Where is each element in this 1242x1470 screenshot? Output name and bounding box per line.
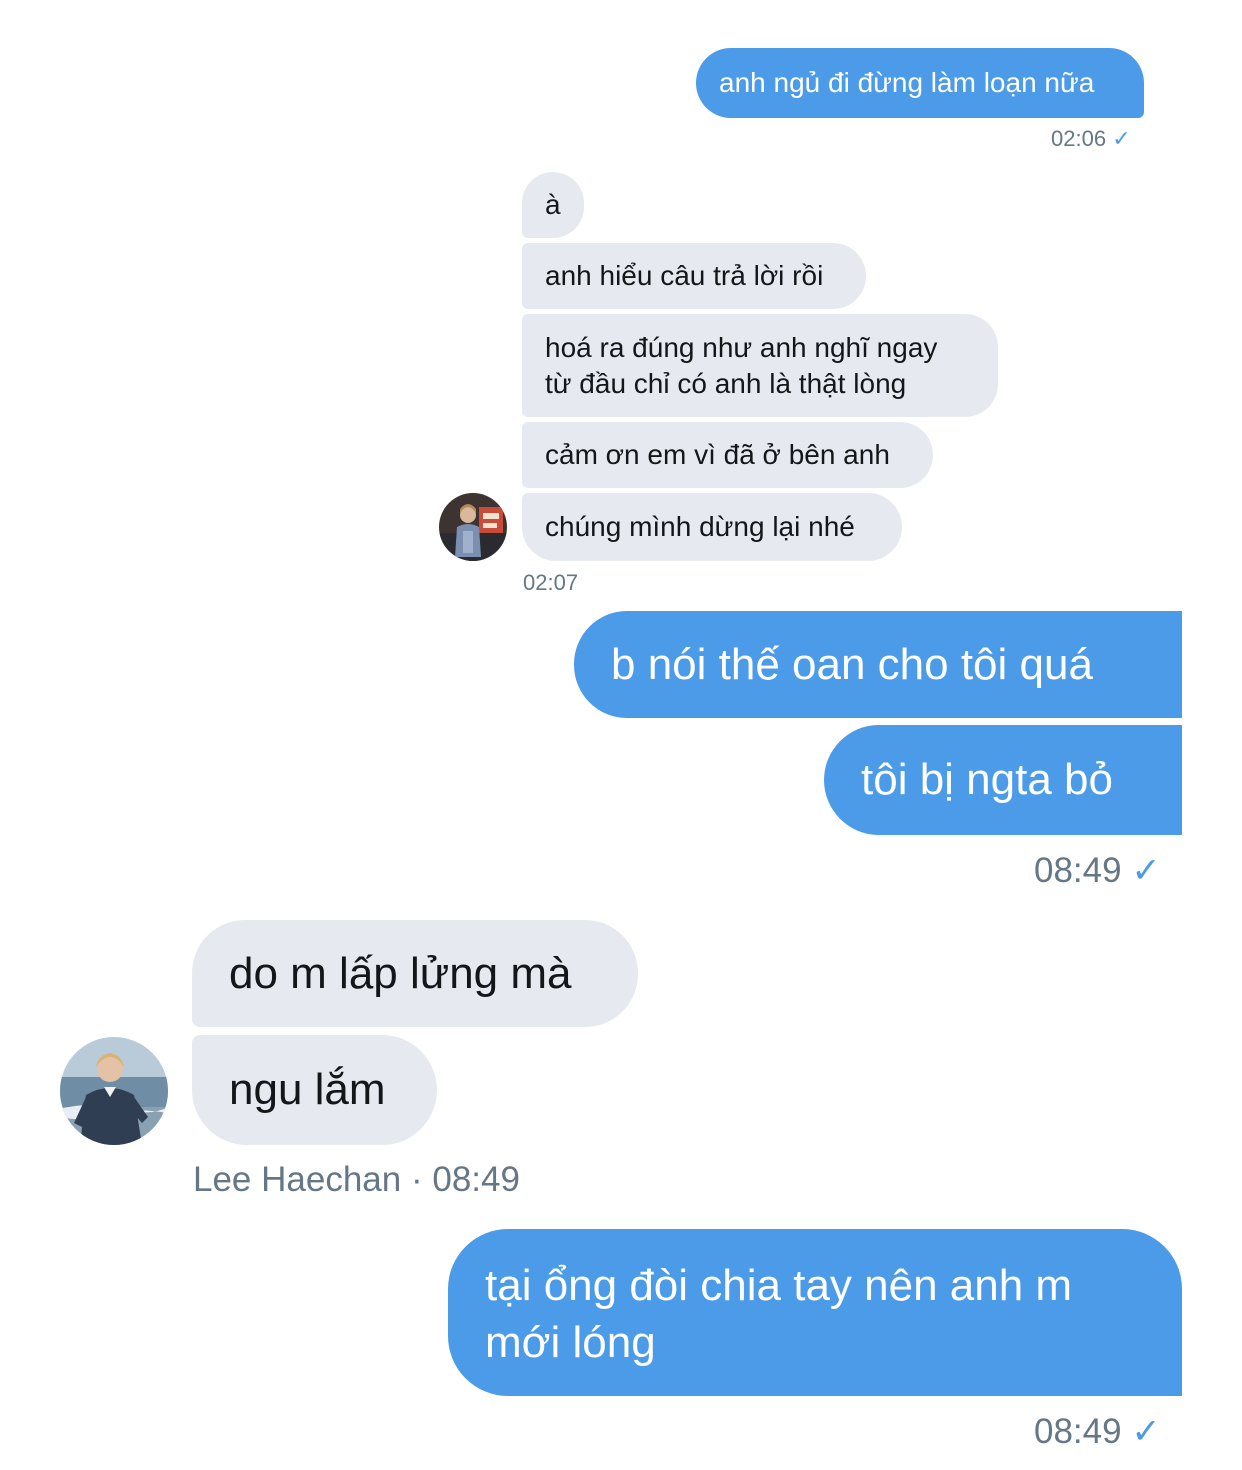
message-text: tôi bị ngta bỏ — [861, 755, 1113, 804]
sender-avatar[interactable] — [60, 1037, 168, 1145]
message-timestamp: 02:07 — [523, 570, 579, 595]
message-text-line: hoá ra đúng như anh nghĩ ngay — [545, 332, 938, 363]
outgoing-message-bubble[interactable]: b nói thế oan cho tôi quá — [574, 611, 1182, 718]
sender-name-and-timestamp: Lee Haechan · 08:49 — [193, 1157, 520, 1203]
sender-avatar[interactable] — [439, 493, 507, 561]
message-text: anh ngủ đi đừng làm loạn nữa — [719, 67, 1095, 98]
avatar-photo — [439, 493, 507, 561]
message-text: b nói thế oan cho tôi quá — [611, 640, 1093, 689]
message-timestamp: 08:49 — [432, 1160, 520, 1199]
outgoing-message-bubble[interactable]: tôi bị ngta bỏ — [824, 725, 1182, 835]
incoming-message-bubble[interactable]: hoá ra đúng như anh nghĩ ngay từ đầu chỉ… — [522, 314, 998, 417]
message-timestamp: 02:06 ✓ — [1051, 126, 1131, 151]
incoming-message-bubble[interactable]: chúng mình dừng lại nhé — [522, 493, 902, 561]
outgoing-message-bubble[interactable]: tại ổng đòi chia tay nên anh m mới lóng — [448, 1229, 1182, 1396]
meta-separator: · — [410, 1160, 423, 1199]
message-text: do m lấp lửng mà — [229, 949, 572, 998]
message-text: ngu lắm — [229, 1065, 386, 1114]
incoming-message-bubble[interactable]: à — [522, 172, 584, 238]
message-text: chúng mình dừng lại nhé — [545, 511, 855, 542]
incoming-message-bubble[interactable]: cảm ơn em vì đã ở bên anh — [522, 422, 933, 488]
message-text: cảm ơn em vì đã ở bên anh — [545, 439, 890, 470]
read-receipt-check-icon: ✓ — [1131, 1412, 1161, 1451]
read-receipt-check-icon: ✓ — [1131, 851, 1161, 890]
incoming-message-bubble[interactable]: ngu lắm — [192, 1035, 437, 1145]
outgoing-message-bubble[interactable]: anh ngủ đi đừng làm loạn nữa — [696, 48, 1144, 118]
message-text-line: từ đầu chỉ có anh là thật lòng — [545, 368, 907, 399]
avatar-photo — [60, 1037, 168, 1145]
message-text-line: tại ổng đòi chia tay nên anh m — [485, 1261, 1073, 1310]
sender-name: Lee Haechan — [193, 1160, 402, 1199]
message-timestamp: 08:49 ✓ — [1034, 851, 1161, 890]
incoming-message-bubble[interactable]: anh hiểu câu trả lời rồi — [522, 243, 866, 309]
message-timestamp: 08:49 ✓ — [1034, 1412, 1161, 1451]
message-text-line: mới lóng — [485, 1318, 656, 1367]
incoming-message-bubble[interactable]: do m lấp lửng mà — [192, 920, 638, 1027]
read-receipt-check-icon: ✓ — [1112, 126, 1131, 151]
message-text: à — [545, 189, 561, 220]
message-text: anh hiểu câu trả lời rồi — [545, 260, 824, 291]
